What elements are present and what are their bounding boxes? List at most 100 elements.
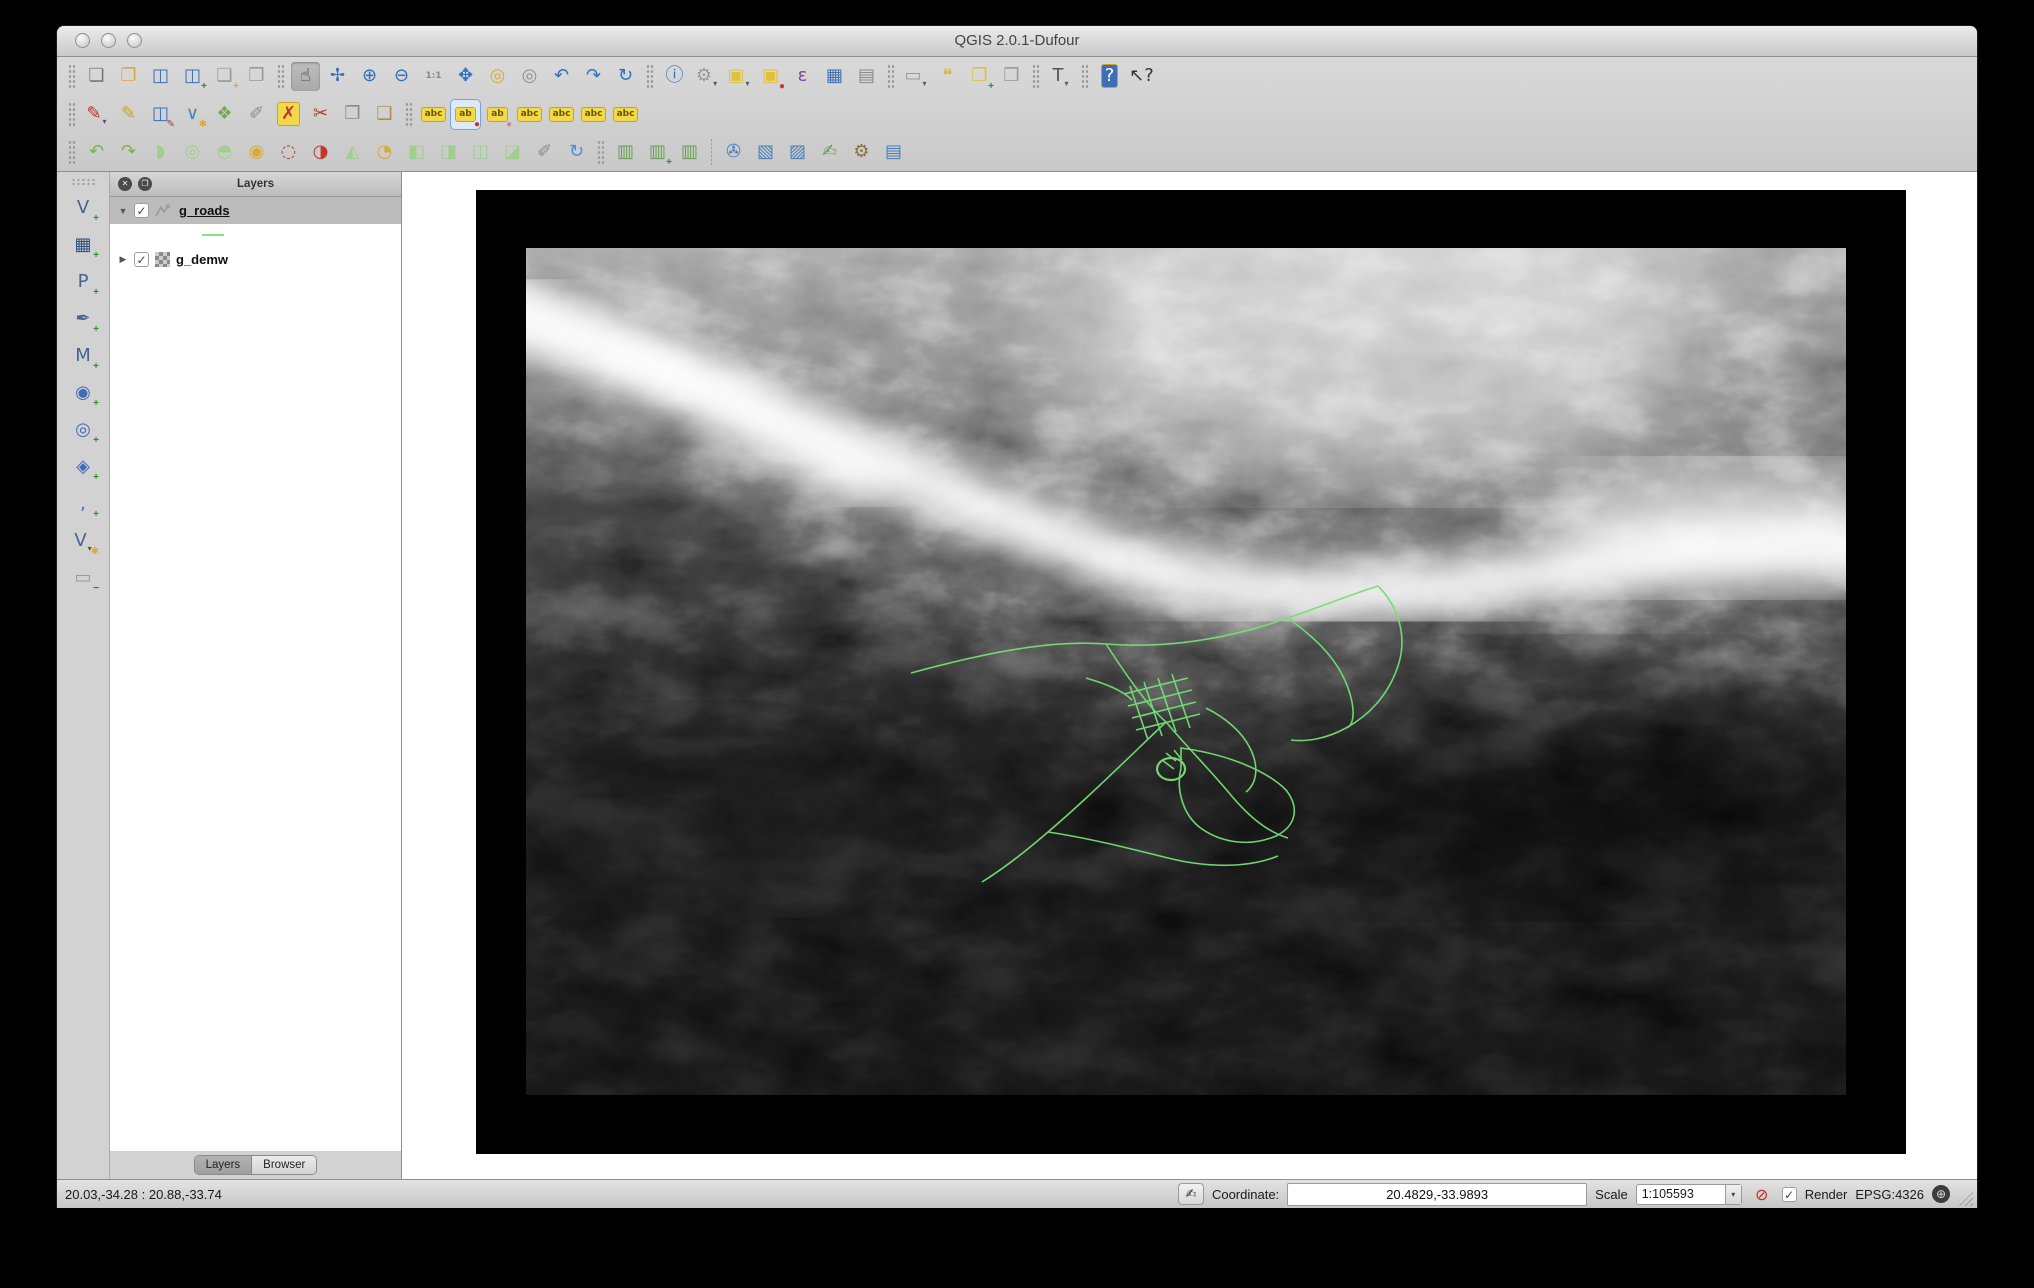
rotate-feature-icon[interactable]: ↻	[562, 138, 591, 167]
chevron-down-icon[interactable]: ▾	[103, 117, 107, 129]
add-mssql-layer-icon[interactable]: M+	[67, 341, 99, 371]
split-parts-icon[interactable]: ◨	[434, 138, 463, 167]
paste-features-icon[interactable]: ❑	[370, 100, 399, 129]
scale-combobox[interactable]: 1:105593 ▾	[1636, 1184, 1742, 1205]
pan-map-icon[interactable]: ☝	[291, 62, 320, 91]
new-project-icon[interactable]: ❏	[82, 62, 111, 91]
cut-features-icon[interactable]: ✂	[306, 100, 335, 129]
select-by-expression-icon[interactable]: ε	[788, 62, 817, 91]
current-edits-icon[interactable]: ✎▾	[82, 100, 111, 129]
copy-features-icon[interactable]: ❐	[338, 100, 367, 129]
grass-close-mapset-icon[interactable]: ▥	[675, 138, 704, 167]
window-resize-grip[interactable]	[1958, 1191, 1973, 1206]
pin-unpin-labels-icon[interactable]: ab●	[451, 100, 480, 129]
open-project-icon[interactable]: ❐	[114, 62, 143, 91]
map-tips-icon[interactable]: ❝	[933, 62, 962, 91]
stop-rendering-icon[interactable]: ⊘	[1750, 1184, 1774, 1204]
crs-status-icon[interactable]: ⊕	[1932, 1185, 1950, 1203]
save-project-as-icon[interactable]: ◫+	[178, 62, 207, 91]
measure-icon[interactable]: ▭▾	[901, 62, 930, 91]
change-label-icon[interactable]: abc	[611, 100, 640, 129]
reshape-features-icon[interactable]: ◭	[338, 138, 367, 167]
zoom-native-resolution-icon[interactable]: 1:1	[419, 62, 448, 91]
node-tool-icon[interactable]: ✐	[242, 100, 271, 129]
whats-this-icon[interactable]: ↖?	[1127, 62, 1156, 91]
redo-icon[interactable]: ↷	[114, 138, 143, 167]
grass-region-toggle-icon[interactable]: ▤	[879, 138, 908, 167]
render-checkbox[interactable]: ✓	[1782, 1187, 1797, 1202]
layer-visibility-checkbox[interactable]: ✓	[134, 203, 149, 218]
new-bookmark-icon[interactable]: ❒+	[965, 62, 994, 91]
zoom-out-icon[interactable]: ⊖	[387, 62, 416, 91]
add-vector-layer-icon[interactable]: V+	[67, 193, 99, 223]
coordinate-input[interactable]	[1287, 1183, 1587, 1206]
add-delimited-text-layer-icon[interactable]: ,+	[67, 489, 99, 519]
save-project-icon[interactable]: ◫	[146, 62, 175, 91]
identify-features-icon[interactable]: ⓘ	[660, 62, 689, 91]
toggle-extents-mouse-display-icon[interactable]: ✍	[1178, 1183, 1204, 1205]
split-features-icon[interactable]: ◧	[402, 138, 431, 167]
text-annotation-icon[interactable]: T▾	[1046, 62, 1075, 91]
pan-to-selection-icon[interactable]: ✢	[323, 62, 352, 91]
tab-layers[interactable]: Layers	[195, 1156, 252, 1174]
delete-part-icon[interactable]: ◑	[306, 138, 335, 167]
tab-browser[interactable]: Browser	[251, 1156, 316, 1174]
chevron-down-icon[interactable]: ▾	[1725, 1185, 1741, 1204]
expand-collapse-icon[interactable]: ▼	[118, 206, 128, 216]
expand-collapse-icon[interactable]: ▶	[118, 254, 128, 265]
new-shapefile-layer-icon[interactable]: V✱▾	[67, 526, 99, 556]
run-feature-action-icon[interactable]: ⚙▾	[692, 62, 721, 91]
chevron-down-icon[interactable]: ▾	[923, 79, 927, 91]
add-part-icon[interactable]: ◓	[210, 138, 239, 167]
select-features-icon[interactable]: ▣▾	[724, 62, 753, 91]
chevron-down-icon[interactable]: ▾	[1064, 79, 1068, 91]
rotate-label-icon[interactable]: abc	[579, 100, 608, 129]
open-attribute-table-icon[interactable]: ▦	[820, 62, 849, 91]
grass-new-mapset-icon[interactable]: ▥+	[643, 138, 672, 167]
add-spatialite-layer-icon[interactable]: ✒+	[67, 304, 99, 334]
grass-open-mapset-icon[interactable]: ▥	[611, 138, 640, 167]
move-label-icon[interactable]: abc	[547, 100, 576, 129]
show-hide-labels-icon[interactable]: abc	[515, 100, 544, 129]
grass-open-tools-icon[interactable]: ✇	[719, 138, 748, 167]
layer-symbology-item[interactable]	[110, 224, 401, 246]
add-raster-layer-icon[interactable]: ▦+	[67, 230, 99, 260]
refresh-map-icon[interactable]: ↻	[611, 62, 640, 91]
field-calculator-icon[interactable]: ▤	[852, 62, 881, 91]
zoom-last-icon[interactable]: ↶	[547, 62, 576, 91]
add-wfs-layer-icon[interactable]: ◈+	[67, 452, 99, 482]
layer-visibility-checkbox[interactable]: ✓	[134, 252, 149, 267]
zoom-next-icon[interactable]: ↷	[579, 62, 608, 91]
map-canvas[interactable]	[402, 172, 1977, 1179]
add-wcs-layer-icon[interactable]: ◎+	[67, 415, 99, 445]
add-postgis-layer-icon[interactable]: P+	[67, 267, 99, 297]
grass-tools-icon[interactable]: ⚙	[847, 138, 876, 167]
rotate-point-symbols-icon[interactable]: ✐	[530, 138, 559, 167]
remove-layer-icon[interactable]: ▭−	[67, 563, 99, 593]
merge-feature-attributes-icon[interactable]: ◪	[498, 138, 527, 167]
zoom-full-extent-icon[interactable]: ✥	[451, 62, 480, 91]
title-bar[interactable]: QGIS 2.0.1-Dufour	[57, 26, 1977, 57]
zoom-to-selection-icon[interactable]: ◎	[483, 62, 512, 91]
move-feature-icon[interactable]: ❖	[210, 100, 239, 129]
grass-edit-region-icon[interactable]: ▨	[783, 138, 812, 167]
undo-icon[interactable]: ↶	[82, 138, 111, 167]
save-layer-edits-icon[interactable]: ◫✎	[146, 100, 175, 129]
layer-labeling-options-icon[interactable]: abc	[419, 100, 448, 129]
toggle-editing-icon[interactable]: ✎	[114, 100, 143, 129]
fill-ring-icon[interactable]: ◉	[242, 138, 271, 167]
simplify-feature-icon[interactable]: ◗	[146, 138, 175, 167]
deselect-features-icon[interactable]: ▣●	[756, 62, 785, 91]
add-feature-icon[interactable]: ∨✱	[178, 100, 207, 129]
add-ring-icon[interactable]: ◎	[178, 138, 207, 167]
delete-selected-icon[interactable]: ✗	[274, 100, 303, 129]
highlight-pinned-labels-icon[interactable]: ab●	[483, 100, 512, 129]
add-wms-layer-icon[interactable]: ◉+	[67, 378, 99, 408]
layer-name[interactable]: g_demw	[176, 252, 228, 267]
zoom-to-layer-icon[interactable]: ◎	[515, 62, 544, 91]
new-print-composer-icon[interactable]: ❏+	[210, 62, 239, 91]
layer-name[interactable]: g_roads	[179, 203, 230, 218]
grass-display-region-icon[interactable]: ▧	[751, 138, 780, 167]
help-contents-icon[interactable]: ?	[1095, 62, 1124, 91]
offset-curve-icon[interactable]: ◔	[370, 138, 399, 167]
